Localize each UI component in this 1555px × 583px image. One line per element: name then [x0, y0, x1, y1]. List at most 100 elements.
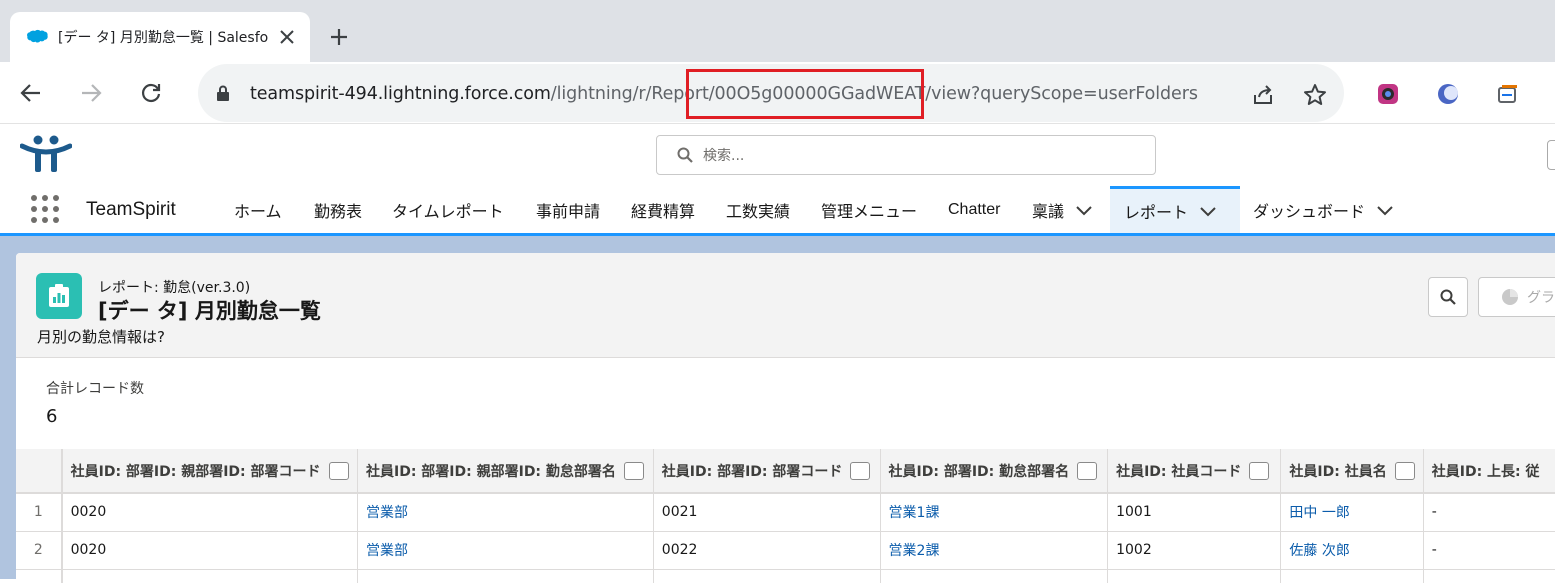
- back-icon[interactable]: [16, 78, 46, 108]
- column-header[interactable]: 社員ID: 社員コード: [1107, 449, 1282, 494]
- nav-item-ringi[interactable]: 稟議: [1032, 186, 1094, 233]
- column-header[interactable]: 社員ID: 上長: 従: [1423, 449, 1555, 494]
- column-header[interactable]: 社員ID: 社員名: [1280, 449, 1424, 494]
- global-search-input[interactable]: 検索...: [656, 135, 1156, 175]
- new-tab-icon[interactable]: [326, 24, 352, 50]
- nav-item-expenses[interactable]: 経費精算: [631, 186, 695, 233]
- share-icon[interactable]: [1250, 82, 1276, 108]
- column-header[interactable]: 社員ID: 部署ID: 勤怠部署名: [880, 449, 1109, 494]
- search-icon: [1440, 289, 1456, 305]
- column-menu-chevron-icon[interactable]: [1249, 461, 1270, 480]
- table-cell: [357, 569, 654, 583]
- nav-item-label: 工数実績: [726, 201, 791, 221]
- chevron-down-icon[interactable]: [1375, 204, 1395, 216]
- nav-item-label: ホーム: [234, 201, 282, 221]
- nav-item-chatter[interactable]: Chatter: [948, 186, 1000, 233]
- table-cell: 1002: [1107, 531, 1282, 570]
- close-tab-icon[interactable]: [276, 26, 298, 48]
- table-cell: 0022: [653, 531, 881, 570]
- report-description: 月別の勤怠情報は?: [37, 328, 165, 346]
- chevron-down-icon[interactable]: [1198, 205, 1218, 217]
- table-cell: [880, 569, 1109, 583]
- table-cell: [61, 569, 358, 583]
- nav-item-label: 管理メニュー: [821, 201, 918, 221]
- search-placeholder: 検索...: [703, 148, 745, 164]
- extension-moon-icon[interactable]: [1436, 82, 1460, 106]
- column-header[interactable]: 社員ID: 部署ID: 親部署ID: 勤怠部署名: [357, 449, 654, 494]
- table-cell: [653, 569, 881, 583]
- row-number: 1: [16, 493, 63, 532]
- row-number: [16, 569, 63, 583]
- app-launcher-icon[interactable]: [30, 194, 60, 224]
- add-chart-label: グラ: [1527, 290, 1555, 306]
- header-menu-button[interactable]: [1547, 140, 1555, 170]
- report-header: レポート: 勤怠(ver.3.0) [デー タ] 月別勤怠一覧 月別の勤怠情報は…: [16, 253, 1555, 358]
- column-menu-chevron-icon[interactable]: [1077, 461, 1098, 480]
- column-menu-chevron-icon[interactable]: [1394, 461, 1415, 480]
- nav-item-label: ダッシュボード: [1253, 201, 1366, 221]
- app-navigation-bar: TeamSpirit ホーム 勤務表 タイムレポート 事前申請 経費精算 工数実…: [0, 186, 1555, 236]
- table-cell: [1423, 569, 1555, 583]
- column-menu-chevron-icon[interactable]: [623, 461, 644, 480]
- table-cell: 0020: [61, 531, 358, 570]
- reload-icon[interactable]: [136, 78, 166, 108]
- url-host: teamspirit-494.lightning.force.com: [250, 84, 551, 104]
- add-chart-button[interactable]: グラ: [1478, 277, 1555, 317]
- nav-item-label: 稟議: [1032, 201, 1065, 221]
- table-cell-link[interactable]: 営業部: [357, 493, 654, 532]
- table-cell: 1001: [1107, 493, 1282, 532]
- page-background: レポート: 勤怠(ver.3.0) [デー タ] 月別勤怠一覧 月別の勤怠情報は…: [0, 236, 1555, 583]
- column-header-label: 社員ID: 部署ID: 親部署ID: 勤怠部署名: [366, 463, 616, 480]
- nav-item-label: 勤務表: [314, 201, 363, 221]
- browser-tab[interactable]: [デー タ] 月別勤怠一覧 | Salesfo: [10, 12, 310, 62]
- table-row: 1 0020 営業部 0021 営業1課 1001 田中 一郎 -: [16, 493, 1555, 532]
- table-cell-link[interactable]: 佐藤 次郎: [1280, 531, 1424, 570]
- app-name: TeamSpirit: [86, 199, 176, 220]
- report-card: レポート: 勤怠(ver.3.0) [デー タ] 月別勤怠一覧 月別の勤怠情報は…: [16, 253, 1555, 583]
- nav-item-man-hours[interactable]: 工数実績: [726, 186, 790, 233]
- column-menu-chevron-icon[interactable]: [328, 461, 349, 480]
- nav-item-label: タイムレポート: [392, 201, 504, 221]
- extension-window-icon[interactable]: [1496, 82, 1520, 106]
- chevron-down-icon[interactable]: [1074, 204, 1094, 216]
- record-count-label: 合計レコード数: [46, 381, 144, 397]
- nav-item-pre-application[interactable]: 事前申請: [536, 186, 600, 233]
- lock-icon[interactable]: [216, 85, 230, 106]
- teamspirit-logo-icon[interactable]: [19, 134, 73, 178]
- table-cell: [1107, 569, 1282, 583]
- table-cell-link[interactable]: 営業部: [357, 531, 654, 570]
- column-menu-chevron-icon[interactable]: [850, 461, 871, 480]
- table-cell: -: [1423, 531, 1555, 570]
- nav-item-home[interactable]: ホーム: [234, 186, 282, 233]
- extension-camera-icon[interactable]: [1376, 82, 1400, 106]
- nav-item-label: Chatter: [948, 200, 1001, 218]
- highlight-box: [686, 69, 924, 119]
- table-cell: 0021: [653, 493, 881, 532]
- report-type-label: レポート: 勤怠(ver.3.0): [98, 280, 251, 296]
- search-icon: [677, 147, 693, 163]
- row-number: 2: [16, 531, 63, 570]
- nav-item-admin-menu[interactable]: 管理メニュー: [821, 186, 917, 233]
- nav-item-timesheet[interactable]: 勤務表: [314, 186, 362, 233]
- table-header-row: 社員ID: 部署ID: 親部署ID: 部署コード 社員ID: 部署ID: 親部署…: [16, 449, 1555, 494]
- page-title: [デー タ] 月別勤怠一覧: [98, 299, 321, 323]
- table-cell-link[interactable]: 営業1課: [880, 493, 1109, 532]
- nav-item-time-report[interactable]: タイムレポート: [392, 186, 504, 233]
- nav-item-label: レポート: [1124, 203, 1189, 222]
- column-header[interactable]: 社員ID: 部署ID: 部署コード: [653, 449, 881, 494]
- search-report-button[interactable]: [1428, 277, 1468, 317]
- column-header[interactable]: 社員ID: 部署ID: 親部署ID: 部署コード: [61, 449, 358, 494]
- nav-item-dashboards[interactable]: ダッシュボード: [1253, 186, 1395, 233]
- browser-toolbar: teamspirit-494.lightning.force.com/light…: [0, 62, 1555, 124]
- forward-icon[interactable]: [76, 78, 106, 108]
- table-cell-link[interactable]: 営業2課: [880, 531, 1109, 570]
- table-cell-link[interactable]: 田中 一郎: [1280, 493, 1424, 532]
- chart-icon: [1502, 289, 1518, 305]
- table-cell: 0020: [61, 493, 358, 532]
- record-count-value: 6: [46, 406, 58, 427]
- column-header-label: 社員ID: 部署ID: 勤怠部署名: [888, 463, 1070, 480]
- tab-title: [デー タ] 月別勤怠一覧 | Salesfo: [58, 30, 269, 46]
- nav-item-reports[interactable]: レポート: [1110, 186, 1240, 233]
- table-cell: -: [1423, 493, 1555, 532]
- bookmark-star-icon[interactable]: [1302, 82, 1328, 108]
